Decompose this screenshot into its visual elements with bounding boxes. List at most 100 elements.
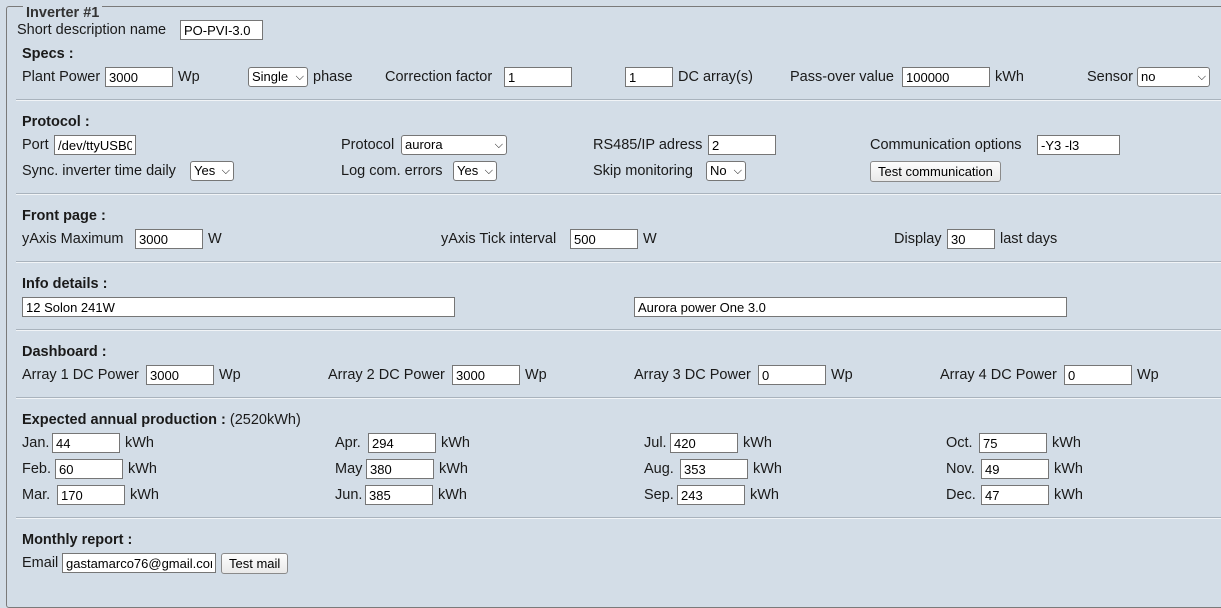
rs485-label: RS485/IP adress (593, 137, 703, 153)
ytick-input[interactable] (570, 229, 638, 249)
protocol-select-value: aurora (405, 137, 443, 152)
ymax-label: yAxis Maximum (22, 231, 124, 247)
short-desc-input[interactable] (180, 20, 263, 40)
month-label-jul: Jul. (644, 435, 667, 451)
skip-monitoring-select[interactable]: No ⌵ (706, 161, 746, 181)
month-unit: kWh (128, 461, 157, 477)
month-label-oct: Oct. (946, 435, 973, 451)
divider (16, 397, 1221, 399)
month-label-aug: Aug. (644, 461, 674, 477)
month-label-dec: Dec. (946, 487, 976, 503)
ymax-input[interactable] (135, 229, 203, 249)
passover-label: Pass-over value (790, 69, 894, 85)
divider (16, 517, 1221, 519)
month-input-feb[interactable] (55, 459, 123, 479)
month-label-jan: Jan. (22, 435, 50, 451)
month-label-sep: Sep. (644, 487, 674, 503)
expected-heading: Expected annual production : (22, 412, 226, 428)
chevron-down-icon: ⌵ (1197, 71, 1206, 83)
array3-unit: Wp (831, 367, 853, 383)
test-communication-button[interactable]: Test communication (870, 161, 1001, 182)
month-input-jul[interactable] (670, 433, 738, 453)
month-input-sep[interactable] (677, 485, 745, 505)
port-input[interactable] (54, 135, 136, 155)
month-unit: kWh (750, 487, 779, 503)
array4-label: Array 4 DC Power (940, 367, 1057, 383)
month-input-nov[interactable] (981, 459, 1049, 479)
sync-time-select[interactable]: Yes ⌵ (190, 161, 234, 181)
month-unit: kWh (1054, 487, 1083, 503)
month-input-aug[interactable] (680, 459, 748, 479)
display-days-input[interactable] (947, 229, 995, 249)
correction-input[interactable] (504, 67, 572, 87)
array4-input[interactable] (1064, 365, 1132, 385)
month-input-dec[interactable] (981, 485, 1049, 505)
ymax-unit: W (208, 231, 222, 247)
array2-input[interactable] (452, 365, 520, 385)
sync-time-value: Yes (194, 163, 216, 178)
array1-unit: Wp (219, 367, 241, 383)
month-label-nov: Nov. (946, 461, 975, 477)
array2-unit: Wp (525, 367, 547, 383)
test-mail-button[interactable]: Test mail (221, 553, 289, 574)
email-input[interactable] (62, 553, 216, 573)
protocol-select[interactable]: aurora ⌵ (401, 135, 507, 155)
plant-power-unit: Wp (178, 69, 200, 85)
sensor-select[interactable]: no ⌵ (1137, 67, 1210, 87)
phase-select-value: Single (252, 69, 289, 84)
month-input-jan[interactable] (52, 433, 120, 453)
short-desc-label: Short description name (17, 22, 167, 38)
month-unit: kWh (438, 487, 467, 503)
chevron-down-icon: ⌵ (295, 71, 304, 83)
month-input-apr[interactable] (368, 433, 436, 453)
comm-options-input[interactable] (1037, 135, 1120, 155)
array1-label: Array 1 DC Power (22, 367, 139, 383)
chevron-down-icon: ⌵ (733, 165, 742, 177)
info-panels-input[interactable] (22, 297, 455, 317)
rs485-input[interactable] (708, 135, 776, 155)
info-heading: Info details : (22, 276, 108, 292)
month-label-jun: Jun. (335, 487, 363, 503)
front-page-heading: Front page : (22, 208, 106, 224)
month-unit: kWh (1054, 461, 1083, 477)
chevron-down-icon: ⌵ (484, 165, 493, 177)
phase-select[interactable]: Single ⌵ (248, 67, 308, 87)
expected-total: (2520kWh) (229, 412, 301, 428)
month-unit: kWh (1052, 435, 1081, 451)
sensor-label: Sensor (1087, 69, 1133, 85)
log-errors-value: Yes (457, 163, 479, 178)
inverter-legend: Inverter #1 (23, 6, 103, 20)
month-label-feb: Feb. (22, 461, 52, 477)
ytick-label: yAxis Tick interval (441, 231, 557, 247)
dc-arrays-input[interactable] (625, 67, 673, 87)
chevron-down-icon: ⌵ (221, 165, 230, 177)
plant-power-input[interactable] (105, 67, 173, 87)
dc-arrays-label: DC array(s) (678, 69, 753, 85)
month-label-mar: Mar. (22, 487, 51, 503)
sensor-select-value: no (1141, 69, 1156, 84)
protocol-heading: Protocol : (22, 114, 90, 130)
chevron-down-icon: ⌵ (494, 139, 503, 151)
month-input-jun[interactable] (365, 485, 433, 505)
specs-heading: Specs : (22, 46, 74, 62)
divider (16, 329, 1221, 331)
info-inverter-input[interactable] (634, 297, 1067, 317)
skip-monitoring-label: Skip monitoring (593, 163, 693, 179)
month-input-oct[interactable] (979, 433, 1047, 453)
display-suffix: last days (1000, 231, 1058, 247)
dashboard-heading: Dashboard : (22, 344, 107, 360)
monthly-heading: Monthly report : (22, 532, 133, 548)
correction-label: Correction factor (385, 69, 493, 85)
passover-input[interactable] (902, 67, 990, 87)
month-input-mar[interactable] (57, 485, 125, 505)
expected-heading-row: Expected annual production : (2520kWh) (22, 411, 301, 429)
array3-input[interactable] (758, 365, 826, 385)
array1-input[interactable] (146, 365, 214, 385)
divider (16, 99, 1221, 101)
month-input-may[interactable] (366, 459, 434, 479)
month-unit: kWh (130, 487, 159, 503)
divider (16, 193, 1221, 195)
array4-unit: Wp (1137, 367, 1159, 383)
sync-time-label: Sync. inverter time daily (22, 163, 176, 179)
log-errors-select[interactable]: Yes ⌵ (453, 161, 497, 181)
